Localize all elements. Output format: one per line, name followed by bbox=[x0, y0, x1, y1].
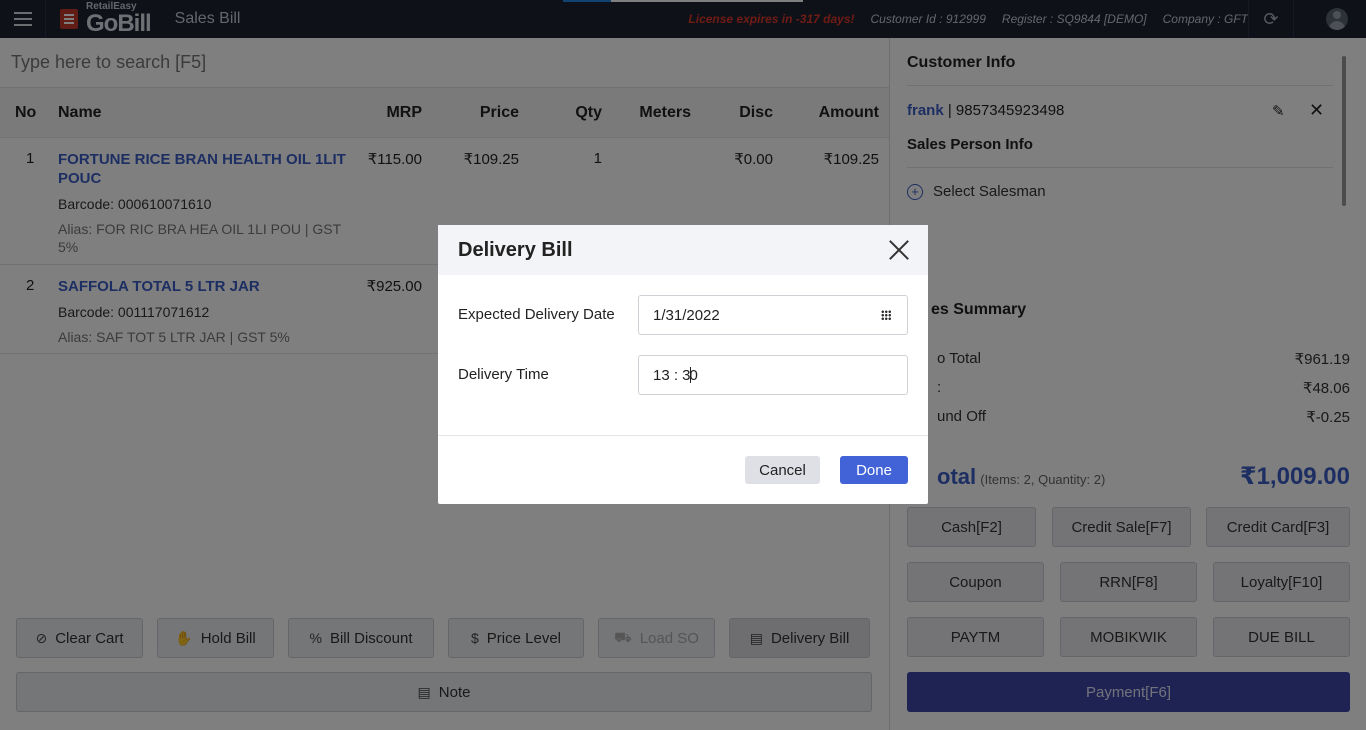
dialog-divider bbox=[438, 435, 928, 436]
calendar-icon[interactable] bbox=[881, 310, 891, 320]
delivery-bill-dialog: Delivery Bill Expected Delivery Date 1/3… bbox=[438, 225, 928, 504]
delivery-time-label: Delivery Time bbox=[458, 366, 549, 383]
dialog-title: Delivery Bill bbox=[438, 225, 928, 275]
close-icon[interactable] bbox=[888, 239, 910, 261]
delivery-date-input[interactable]: 1/31/2022 bbox=[638, 295, 908, 335]
delivery-date-value: 1/31/2022 bbox=[653, 306, 720, 324]
done-button[interactable]: Done bbox=[840, 456, 908, 484]
delivery-time-value-end: 0 bbox=[689, 366, 698, 384]
delivery-time-input[interactable]: 13 : 30 bbox=[638, 355, 908, 395]
cancel-button[interactable]: Cancel bbox=[745, 456, 820, 484]
delivery-time-value: 13 : 3 bbox=[653, 366, 691, 384]
delivery-date-label: Expected Delivery Date bbox=[458, 306, 615, 323]
